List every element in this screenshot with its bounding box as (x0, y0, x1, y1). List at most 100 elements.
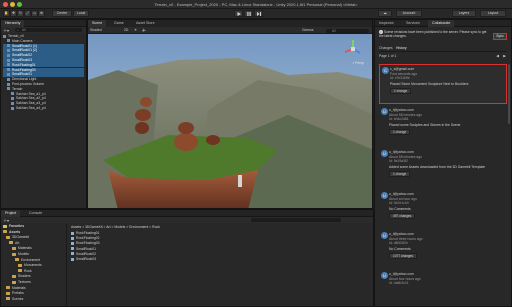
changes-button[interactable]: 497 changes (389, 212, 416, 220)
tab-asset-store[interactable]: Asset Store (132, 20, 159, 27)
history-entry[interactable]: Cc_s@gmail.com Four seconds ago Id: c7e31b… (379, 64, 507, 104)
folder-tree-item[interactable]: Favorites (3, 224, 24, 229)
asset-item[interactable]: SmallRock02 (71, 252, 96, 257)
folder-tree-item[interactable]: Models (12, 252, 29, 257)
hierarchy-search-input[interactable]: ⌕ All (15, 28, 82, 32)
tab-inspector[interactable]: Inspector (375, 20, 398, 27)
folder-tree-item[interactable]: Monuments (18, 263, 42, 268)
folder-tree-item[interactable]: Textures (12, 280, 31, 285)
mode-2d-toggle[interactable]: 2D (124, 27, 128, 34)
tab-project[interactable]: Project (1, 210, 21, 217)
step-button[interactable] (254, 10, 263, 17)
history-entry[interactable]: Uu_t@yahoo.com About four hours ago Id: 4a… (379, 270, 507, 300)
star-icon (3, 224, 7, 228)
gameobject-icon (7, 77, 10, 81)
asset-item[interactable]: SmallRock01 (71, 247, 96, 252)
entry-message: No Comments (389, 246, 411, 251)
pivot-local-button[interactable]: Local (73, 10, 89, 17)
add-icon[interactable]: ＋▾ (3, 28, 9, 34)
tab-scene[interactable]: Scene (88, 20, 107, 27)
subtab-changes[interactable]: Changes (379, 46, 393, 50)
tab-game[interactable]: Game (110, 20, 128, 27)
gameobject-icon (3, 34, 6, 38)
folder-tree-item[interactable]: Scenes (6, 297, 23, 302)
folder-tree-item[interactable]: Materials (6, 286, 26, 291)
scene-view[interactable]: Scene Game Asset Store Shaded 2D ☀ 🔈 Giz… (87, 19, 373, 209)
folder-tree-item[interactable]: Rock (18, 269, 32, 274)
tab-collaborate[interactable]: Collaborate (428, 20, 455, 27)
account-dropdown[interactable]: Account (396, 10, 422, 17)
hand-tool-button[interactable]: ✋ (3, 10, 10, 17)
folder-tree-item[interactable]: Shaders (12, 274, 31, 279)
tab-hierarchy[interactable]: Hierarchy (1, 20, 25, 27)
collab-subtabs: Changes History (379, 46, 507, 52)
rect-tool-button[interactable]: ▭ (31, 10, 38, 17)
gameobject-icon (7, 68, 10, 72)
asset-item[interactable]: RockFloating03 (71, 241, 100, 246)
gizmos-dropdown[interactable]: Gizmos (302, 27, 314, 34)
pivot-center-button[interactable]: Center (52, 10, 72, 17)
gameobject-icon (7, 53, 10, 57)
collab-button[interactable]: ☁ (378, 10, 392, 17)
move-tool-button[interactable]: ✥ (10, 10, 17, 17)
history-entry[interactable]: Uu_t@yahoo.com About three hours ago Id: d… (379, 230, 507, 268)
mesh-asset-icon (71, 252, 74, 256)
folder-tree-item[interactable]: Materials (12, 246, 32, 251)
tab-services[interactable]: Services (402, 20, 424, 27)
rotate-tool-button[interactable]: ↻ (17, 10, 24, 17)
lighting-toggle-icon[interactable]: ☀ (134, 27, 137, 34)
orientation-gizmo-icon[interactable] (342, 38, 364, 60)
history-entry[interactable]: Uu_t@yahoo.com About an hour ago Id: 9a7e1… (379, 190, 507, 228)
folder-icon (6, 235, 10, 239)
scrollbar[interactable] (508, 64, 510, 124)
tab-console[interactable]: Console (25, 210, 46, 217)
perspective-label[interactable]: < Persp (352, 61, 364, 65)
hierarchy-item-label: SmallRock01 (12, 72, 32, 77)
play-button[interactable] (234, 10, 243, 17)
add-asset-icon[interactable]: ＋▾ (3, 218, 9, 224)
changes-button[interactable]: 1 change (389, 128, 411, 136)
shading-mode-dropdown[interactable]: Shaded (90, 27, 102, 34)
folder-tree-label: 3DGamekit (12, 235, 29, 240)
sync-button[interactable]: Sync (493, 33, 507, 40)
subtab-history[interactable]: History (396, 46, 407, 50)
folder-tree-item[interactable]: Art (9, 241, 19, 246)
gameobject-icon (7, 39, 10, 43)
scene-search-input[interactable]: All (326, 28, 369, 33)
mesh-asset-icon (71, 257, 74, 261)
audio-toggle-icon[interactable]: 🔈 (142, 27, 146, 34)
folder-tree-item[interactable]: Assets (3, 230, 20, 235)
pause-button[interactable] (244, 10, 253, 17)
mesh-asset-icon (71, 242, 74, 245)
project-breadcrumb[interactable]: Assets > 3DGameKit > Art > Models > Envi… (71, 225, 160, 229)
asset-item[interactable]: SmallRock03 (71, 257, 96, 262)
folder-tree-item[interactable]: Prefabs (6, 291, 24, 296)
avatar: U (381, 150, 388, 157)
project-search-input[interactable] (251, 218, 341, 222)
layers-dropdown[interactable]: Layers (452, 10, 476, 17)
folder-tree-label: Favorites (9, 224, 25, 228)
transform-tool-button[interactable]: ⊕ (38, 10, 45, 17)
changes-button[interactable]: 1077 changes (389, 252, 418, 260)
avatar: C (382, 67, 389, 74)
folder-icon (12, 252, 16, 256)
folder-tree-label: Environment (21, 257, 41, 262)
history-entry[interactable]: Uu_t@yahoo.com About 58 minutes ago Id: b0… (379, 106, 507, 146)
scale-tool-button[interactable]: ⤢ (24, 10, 31, 17)
asset-item[interactable]: RockFloating02 (71, 236, 100, 241)
changes-button[interactable]: 1 change (389, 170, 411, 178)
hierarchy-item[interactable]: Sakhan Sea_a4_p4 (3, 106, 84, 111)
entry-id: Id: 4a6b3c21 (389, 281, 409, 286)
main-toolbar: ✋ ✥ ↻ ⤢ ▭ ⊕ Center Local ☁ Account Layer… (0, 9, 512, 19)
asset-item[interactable]: RockFloating01 (71, 231, 100, 236)
folder-tree-item[interactable]: 3DGamekit (6, 235, 29, 240)
folder-icon (15, 258, 19, 262)
changes-button[interactable]: 1 change (390, 87, 412, 95)
folder-icon (12, 275, 16, 278)
folder-tree-item[interactable]: Environment (15, 258, 40, 263)
prev-page-icon[interactable]: ◀ (496, 54, 499, 58)
gameobject-icon (7, 82, 10, 86)
next-page-icon[interactable]: ▶ (503, 54, 506, 58)
history-entry[interactable]: Uu_t@yahoo.com About 58 minutes ago Id: 5e… (379, 148, 507, 188)
layout-dropdown[interactable]: Layout (480, 10, 506, 17)
